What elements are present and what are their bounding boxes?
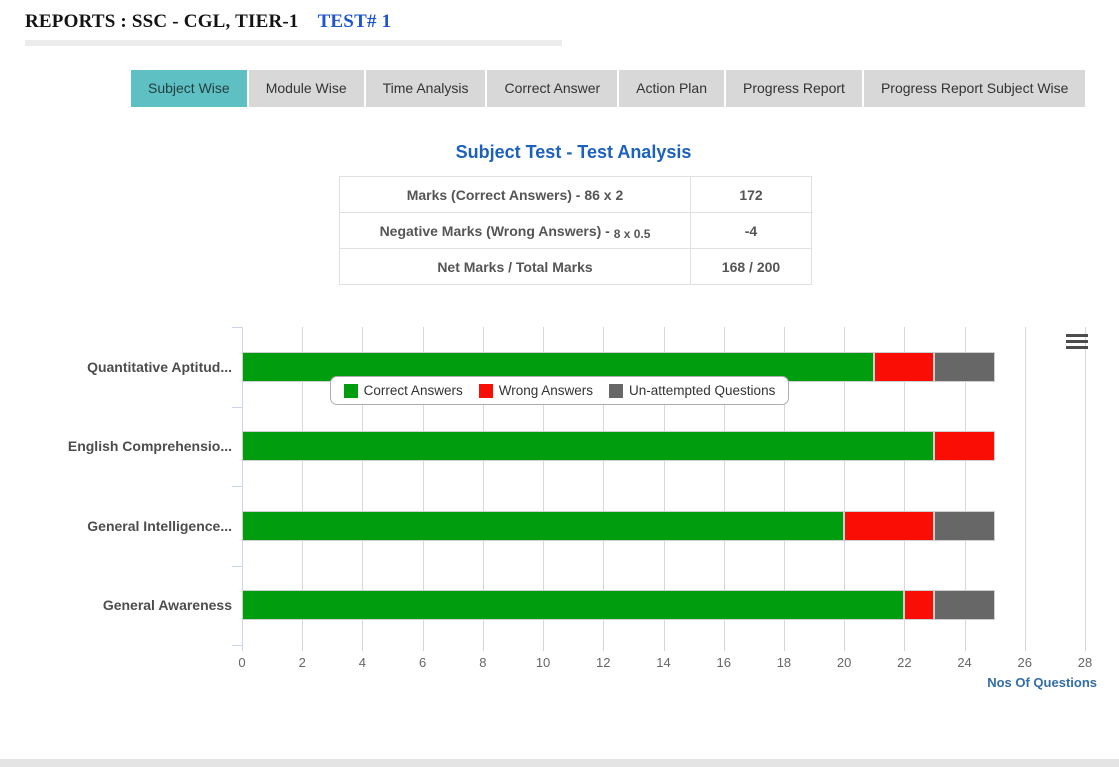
tab-correct-answer[interactable]: Correct Answer <box>487 70 619 107</box>
summary-row-value: 172 <box>691 177 812 213</box>
bar-segment-correct-answers[interactable] <box>242 511 844 541</box>
x-axis-tick <box>904 645 905 651</box>
x-axis-tick-label: 10 <box>521 655 565 670</box>
bar-segment-wrong-answers[interactable] <box>844 511 934 541</box>
chart-legend: Correct Answers Wrong Answers Un-attempted… <box>330 376 790 405</box>
legend-swatch-icon <box>479 384 493 398</box>
category-label-english-comprehensio: English Comprehensio... <box>0 407 232 487</box>
x-axis-tick <box>423 645 424 651</box>
legend-swatch-icon <box>609 384 623 398</box>
x-axis-tick <box>242 645 243 651</box>
x-axis-tick-label: 8 <box>461 655 505 670</box>
y-axis-tick <box>232 645 242 646</box>
x-axis-tick <box>1085 645 1086 651</box>
plot-area <box>242 327 1085 645</box>
bar-segment-un-attempted-questions[interactable] <box>934 511 994 541</box>
legend-label: Un-attempted Questions <box>629 383 775 398</box>
bar-segment-correct-answers[interactable] <box>242 590 904 620</box>
legend-label: Correct Answers <box>364 383 463 398</box>
summary-row: Negative Marks (Wrong Answers) - 8 x 0.5… <box>340 213 812 249</box>
x-axis-tick <box>965 645 966 651</box>
x-axis-tick-label: 6 <box>401 655 445 670</box>
summary-row-label: Marks (Correct Answers) - 86 x 2 <box>340 177 691 213</box>
summary-row-value: -4 <box>691 213 812 249</box>
x-axis-tick <box>603 645 604 651</box>
x-axis-tick <box>664 645 665 651</box>
report-header: REPORTS : SSC - CGL, TIER-1 TEST# 1 <box>25 11 391 33</box>
y-axis-tick <box>232 327 242 328</box>
x-axis-tick-label: 20 <box>822 655 866 670</box>
x-axis-tick <box>302 645 303 651</box>
x-axis-tick-label: 16 <box>702 655 746 670</box>
x-axis-tick <box>483 645 484 651</box>
summary-row: Net Marks / Total Marks168 / 200 <box>340 249 812 285</box>
bar-general-awareness <box>242 590 1085 620</box>
x-axis-tick-label: 14 <box>642 655 686 670</box>
x-axis-tick-label: 26 <box>1003 655 1047 670</box>
bar-english-comprehensio <box>242 431 1085 461</box>
x-axis-tick <box>543 645 544 651</box>
x-axis-title: Nos Of Questions <box>987 675 1097 690</box>
x-axis-tick-label: 4 <box>340 655 384 670</box>
test-number-label[interactable]: TEST# 1 <box>318 11 392 32</box>
x-axis-tick-label: 22 <box>882 655 926 670</box>
y-axis-tick <box>232 566 242 567</box>
marks-summary-table-body: Marks (Correct Answers) - 86 x 2172Negat… <box>340 177 812 285</box>
category-label-general-intelligence: General Intelligence... <box>0 486 232 566</box>
summary-row-value: 168 / 200 <box>691 249 812 285</box>
x-axis-tick-label: 0 <box>220 655 264 670</box>
x-axis-tick <box>1025 645 1026 651</box>
summary-row-label: Negative Marks (Wrong Answers) - 8 x 0.5 <box>340 213 691 249</box>
tab-progress-report-subject-wise[interactable]: Progress Report Subject Wise <box>864 70 1086 107</box>
bar-segment-wrong-answers[interactable] <box>904 590 934 620</box>
x-axis-tick-label: 28 <box>1063 655 1107 670</box>
tab-time-analysis[interactable]: Time Analysis <box>366 70 488 107</box>
y-axis-tick <box>232 407 242 408</box>
bar-segment-correct-answers[interactable] <box>242 431 934 461</box>
x-axis-tick <box>844 645 845 651</box>
legend-item-wrong-answers[interactable]: Wrong Answers <box>479 383 593 398</box>
legend-item-correct-answers[interactable]: Correct Answers <box>344 383 463 398</box>
x-axis-tick <box>362 645 363 651</box>
tabs: Subject WiseModule WiseTime AnalysisCorr… <box>131 70 1085 107</box>
page-title: Subject Test - Test Analysis <box>24 142 1119 163</box>
chart-legend-wrap: Correct Answers Wrong Answers Un-attempted… <box>0 376 1119 405</box>
chart-context-menu-icon[interactable] <box>1064 332 1092 356</box>
marks-summary-table: Marks (Correct Answers) - 86 x 2172Negat… <box>339 176 812 285</box>
bar-general-intelligence <box>242 511 1085 541</box>
tab-subject-wise[interactable]: Subject Wise <box>131 70 249 107</box>
summary-row-label: Net Marks / Total Marks <box>340 249 691 285</box>
tab-action-plan[interactable]: Action Plan <box>619 70 726 107</box>
y-axis-tick <box>232 486 242 487</box>
legend-swatch-icon <box>344 384 358 398</box>
category-label-general-awareness: General Awareness <box>0 566 232 646</box>
x-axis-tick-label: 18 <box>762 655 806 670</box>
gridline <box>1085 327 1086 645</box>
tab-module-wise[interactable]: Module Wise <box>249 70 366 107</box>
x-axis-tick <box>784 645 785 651</box>
x-axis-tick-label: 24 <box>943 655 987 670</box>
header-divider <box>25 40 562 46</box>
x-axis-tick-label: 12 <box>581 655 625 670</box>
report-title: REPORTS : SSC - CGL, TIER-1 <box>25 11 299 32</box>
tab-progress-report[interactable]: Progress Report <box>726 70 864 107</box>
bar-segment-wrong-answers[interactable] <box>934 431 994 461</box>
legend-label: Wrong Answers <box>499 383 593 398</box>
legend-item-un-attempted-questions[interactable]: Un-attempted Questions <box>609 383 775 398</box>
x-axis-tick-label: 2 <box>280 655 324 670</box>
summary-row: Marks (Correct Answers) - 86 x 2172 <box>340 177 812 213</box>
bar-segment-un-attempted-questions[interactable] <box>934 590 994 620</box>
x-axis-tick <box>724 645 725 651</box>
bottom-scrollbar-track[interactable] <box>0 759 1119 767</box>
